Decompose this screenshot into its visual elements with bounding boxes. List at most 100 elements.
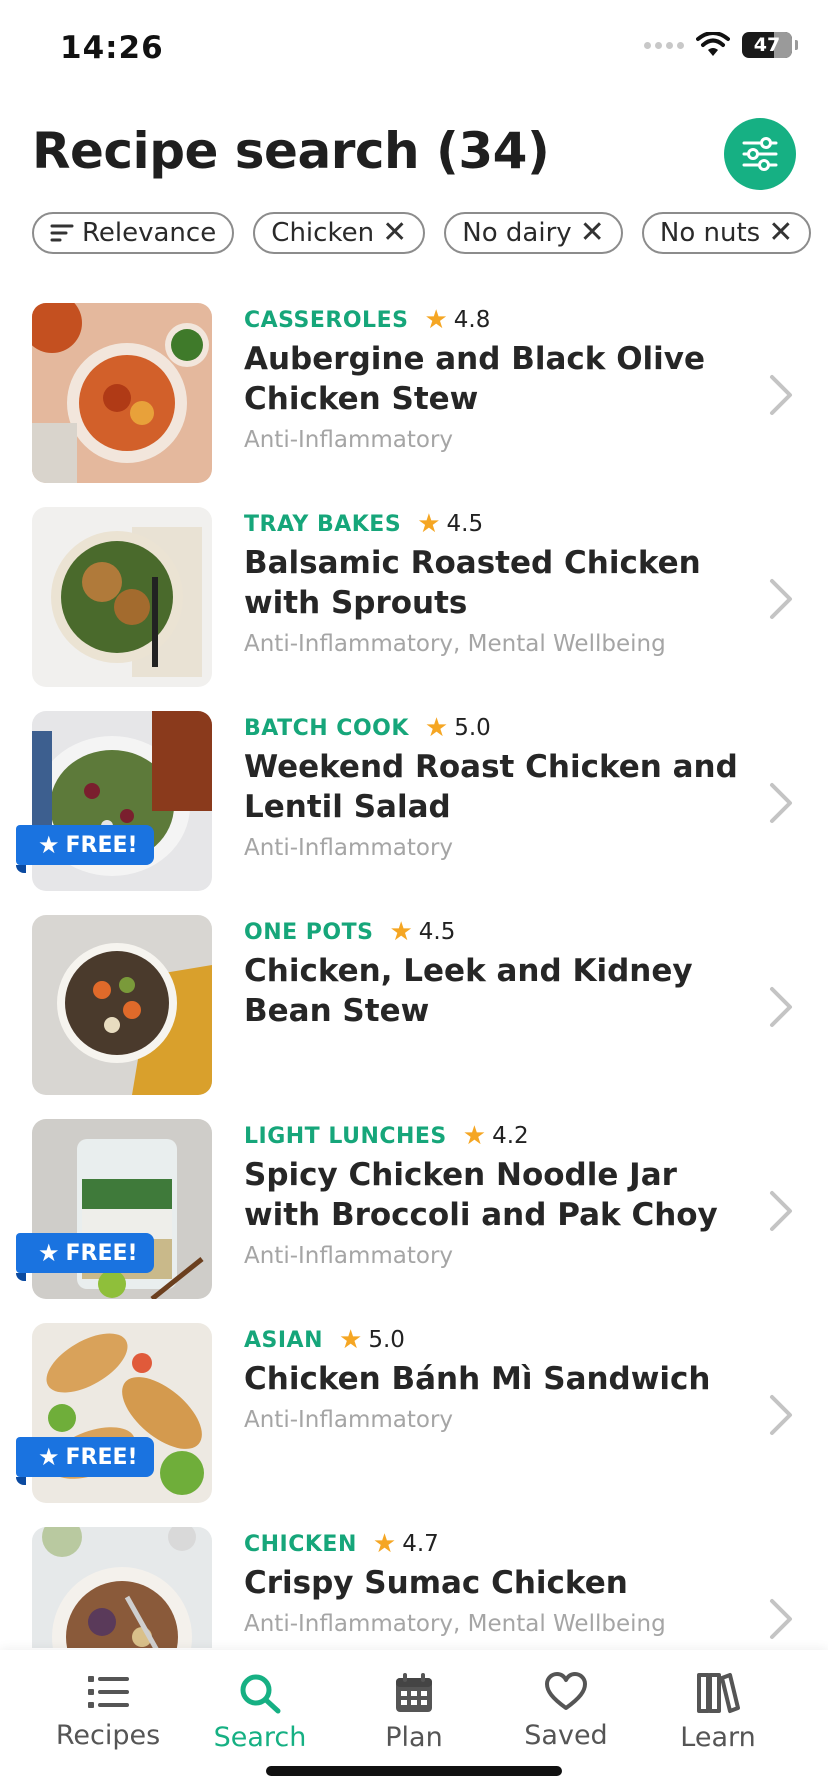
- tab-label: Plan: [385, 1722, 443, 1753]
- recipe-tags: Anti-Inflammatory, Mental Wellbeing: [244, 631, 666, 657]
- remove-chip-icon[interactable]: ✕: [382, 218, 407, 248]
- chevron-right-icon: [770, 375, 792, 415]
- tab-search[interactable]: Search: [184, 1672, 336, 1762]
- recipe-rating: 4.2: [492, 1123, 529, 1149]
- recipe-category: BATCH COOK: [244, 715, 409, 741]
- star-icon: ★: [424, 305, 448, 335]
- recipe-title: Weekend Roast Chicken and Lentil Salad: [244, 749, 738, 825]
- recipe-rating: 4.8: [453, 307, 491, 333]
- recipe-tags: Anti-Inflammatory, Mental Wellbeing: [244, 1611, 666, 1637]
- filter-chips: Relevance Chicken ✕ No dairy ✕ No nuts ✕: [32, 212, 828, 256]
- recipe-category: TRAY BAKES: [244, 511, 402, 537]
- recipe-info: TRAY BAKES ★ 4.5 Balsamic Roasted Chicke…: [244, 507, 754, 657]
- star-icon: ★: [38, 1443, 60, 1471]
- list-icon: [88, 1676, 129, 1708]
- tab-label: Learn: [680, 1722, 756, 1753]
- chip-no-dairy[interactable]: No dairy ✕: [444, 212, 623, 254]
- recipe-info: ONE POTS ★ 4.5 Chicken, Leek and Kidney …: [244, 915, 754, 1031]
- recipe-rating: 4.5: [446, 511, 484, 537]
- recipe-item[interactable]: ★ FREE! BATCH COOK ★ 5.0 Weekend Roast C…: [0, 711, 828, 891]
- star-icon: ★: [372, 1529, 397, 1559]
- recipe-thumbnail: [32, 915, 212, 1095]
- recipe-category: ASIAN: [244, 1327, 323, 1353]
- header: Recipe search (34): [32, 112, 796, 198]
- recipe-tags: Anti-Inflammatory: [244, 835, 454, 861]
- recipe-title: Balsamic Roasted Chicken with Sprouts: [244, 545, 701, 621]
- chip-relevance[interactable]: Relevance: [32, 212, 235, 254]
- recipe-category: CHICKEN: [244, 1531, 357, 1557]
- chevron-right-icon: [770, 987, 792, 1027]
- heart-icon: [545, 1672, 587, 1710]
- chip-label: Chicken: [271, 218, 375, 248]
- recipe-item[interactable]: CASSEROLES ★ 4.8 Aubergine and Black Oli…: [0, 303, 828, 483]
- free-badge: ★ FREE!: [16, 1233, 154, 1281]
- tab-label: Saved: [524, 1720, 608, 1751]
- tab-plan[interactable]: Plan: [338, 1672, 490, 1762]
- recipe-info: CASSEROLES ★ 4.8 Aubergine and Black Oli…: [244, 303, 754, 453]
- recipe-tags: Anti-Inflammatory: [244, 1407, 454, 1433]
- chip-label: Relevance: [82, 218, 217, 248]
- status-bar: 14:26 47: [0, 0, 828, 100]
- tab-saved[interactable]: Saved: [490, 1672, 642, 1762]
- recipe-title: Crispy Sumac Chicken: [244, 1565, 628, 1601]
- free-badge: ★ FREE!: [16, 1437, 154, 1485]
- recipe-thumbnail: [32, 1527, 212, 1648]
- recipe-category: ONE POTS: [244, 919, 374, 945]
- recipe-category: LIGHT LUNCHES: [244, 1123, 447, 1149]
- recipe-category: CASSEROLES: [244, 307, 409, 333]
- remove-chip-icon[interactable]: ✕: [768, 218, 793, 248]
- recipe-item[interactable]: ★ FREE! ASIAN ★ 5.0 Chicken Bánh Mì Sand…: [0, 1323, 828, 1503]
- books-icon: [697, 1673, 740, 1713]
- battery-level: 47: [753, 34, 781, 56]
- recipe-item[interactable]: ★ FREE! LIGHT LUNCHES ★ 4.2 Spicy Chicke…: [0, 1119, 828, 1299]
- recipe-rating: 4.7: [402, 1531, 439, 1557]
- status-time: 14:26: [60, 30, 164, 66]
- recipe-tags: Anti-Inflammatory: [244, 1243, 454, 1269]
- chevron-right-icon: [770, 579, 792, 619]
- star-icon: ★: [417, 509, 441, 539]
- chip-chicken[interactable]: Chicken ✕: [253, 212, 426, 254]
- tab-label: Search: [213, 1722, 307, 1753]
- star-icon: ★: [38, 1239, 60, 1267]
- recipe-tags: Anti-Inflammatory: [244, 427, 454, 453]
- recipe-rating: 4.5: [418, 919, 456, 945]
- star-icon: ★: [389, 917, 413, 947]
- chip-no-nuts[interactable]: No nuts ✕: [641, 212, 812, 254]
- home-indicator[interactable]: [266, 1766, 562, 1776]
- recipe-item[interactable]: CHICKEN ★ 4.7 Crispy Sumac Chicken Anti-…: [0, 1527, 828, 1648]
- search-icon: [240, 1674, 281, 1714]
- recipe-rating: 5.0: [454, 715, 491, 741]
- recipe-info: LIGHT LUNCHES ★ 4.2 Spicy Chicken Noodle…: [244, 1119, 754, 1269]
- chevron-right-icon: [770, 1191, 792, 1231]
- free-badge: ★ FREE!: [16, 825, 154, 873]
- recipe-item[interactable]: ONE POTS ★ 4.5 Chicken, Leek and Kidney …: [0, 915, 828, 1095]
- recipe-thumbnail: [32, 507, 212, 687]
- recipe-title: Chicken Bánh Mì Sandwich: [244, 1361, 711, 1397]
- recipe-list: CASSEROLES ★ 4.8 Aubergine and Black Oli…: [0, 303, 828, 1648]
- recipe-thumbnail: [32, 303, 212, 483]
- recipe-info: BATCH COOK ★ 5.0 Weekend Roast Chicken a…: [244, 711, 754, 861]
- recipe-item[interactable]: TRAY BAKES ★ 4.5 Balsamic Roasted Chicke…: [0, 507, 828, 687]
- recipe-info: ASIAN ★ 5.0 Chicken Bánh Mì Sandwich Ant…: [244, 1323, 754, 1433]
- recipe-title: Chicken, Leek and Kidney Bean Stew: [244, 953, 693, 1029]
- star-icon: ★: [339, 1325, 363, 1355]
- free-badge-label: FREE!: [65, 832, 138, 858]
- calendar-icon: [396, 1673, 432, 1712]
- star-icon: ★: [424, 713, 449, 743]
- star-icon: ★: [462, 1121, 487, 1151]
- chevron-right-icon: [770, 783, 792, 823]
- sort-icon: [50, 224, 74, 242]
- page-title: Recipe search (34): [32, 122, 550, 180]
- status-icons: 47: [644, 32, 798, 58]
- recipe-title: Spicy Chicken Noodle Jar with Broccoli a…: [244, 1157, 718, 1233]
- wifi-icon: [696, 32, 730, 56]
- chip-label: No dairy: [462, 218, 572, 248]
- recipe-rating: 5.0: [368, 1327, 405, 1353]
- recipe-info: CHICKEN ★ 4.7 Crispy Sumac Chicken Anti-…: [244, 1527, 754, 1637]
- filter-button[interactable]: [724, 118, 796, 190]
- cellular-signal-icon: [644, 41, 684, 49]
- sliders-icon: [742, 137, 778, 171]
- tab-recipes[interactable]: Recipes: [32, 1672, 184, 1762]
- tab-learn[interactable]: Learn: [642, 1672, 794, 1762]
- remove-chip-icon[interactable]: ✕: [580, 218, 605, 248]
